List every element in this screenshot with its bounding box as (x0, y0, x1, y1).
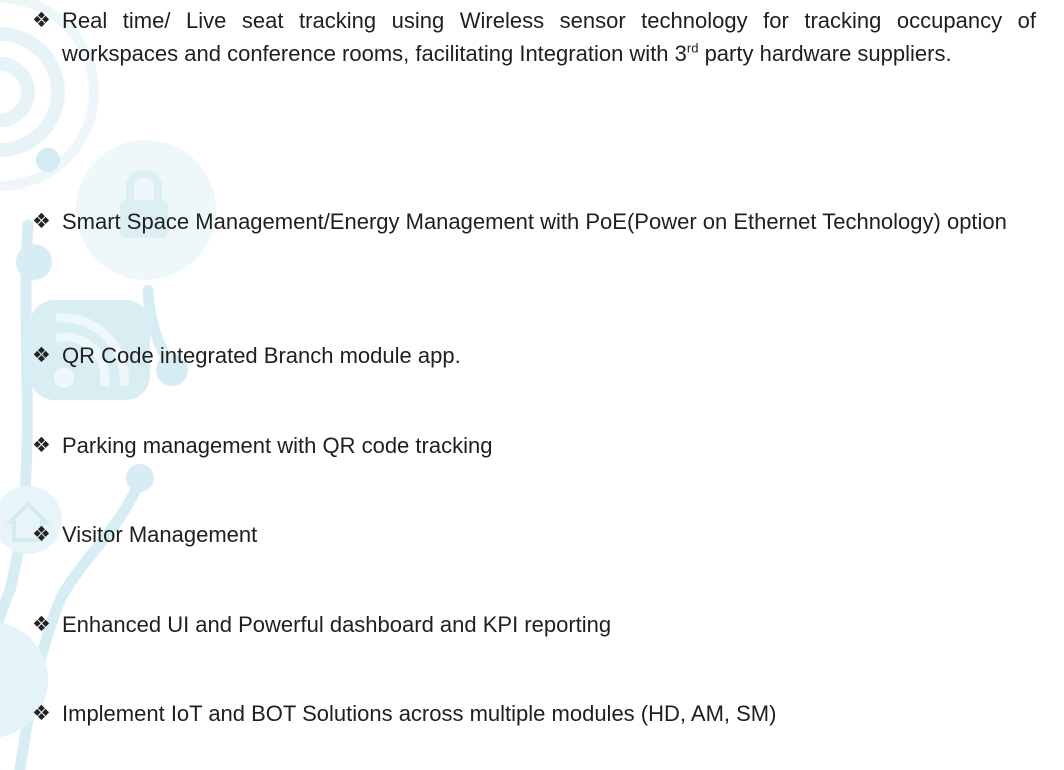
superscript: rd (686, 40, 699, 56)
bullet-item-dashboard: ❖ Enhanced UI and Powerful dashboard and… (32, 608, 1036, 641)
bullet-item-qr-code: ❖ QR Code integrated Branch module app. (32, 339, 1036, 372)
bullet-item-seat-tracking: ❖ Real time/ Live seat tracking using Wi… (32, 4, 1036, 70)
diamond-bullet-icon: ❖ (32, 209, 51, 233)
bullet-text: QR Code integrated Branch module app. (62, 343, 461, 368)
diamond-bullet-icon: ❖ (32, 701, 51, 725)
bullet-item-parking: ❖ Parking management with QR code tracki… (32, 429, 1036, 462)
bullet-text: Parking management with QR code tracking (62, 433, 493, 458)
diamond-bullet-icon: ❖ (32, 612, 51, 636)
bullet-text: Real time/ Live seat tracking using Wire… (62, 8, 1036, 66)
diamond-bullet-icon: ❖ (32, 8, 51, 32)
bullet-text: Smart Space Management/Energy Management… (62, 209, 1007, 234)
diamond-bullet-icon: ❖ (32, 343, 51, 367)
feature-list: ❖ Real time/ Live seat tracking using Wi… (0, 0, 1064, 770)
bullet-text: Visitor Management (62, 522, 258, 547)
diamond-bullet-icon: ❖ (32, 433, 51, 457)
bullet-text: Enhanced UI and Powerful dashboard and K… (62, 612, 612, 637)
bullet-item-smart-space: ❖ Smart Space Management/Energy Manageme… (32, 205, 1036, 238)
bullet-text: Implement IoT and BOT Solutions across m… (62, 701, 777, 726)
bullet-item-iot-bot: ❖ Implement IoT and BOT Solutions across… (32, 697, 1036, 730)
bullet-item-visitor: ❖ Visitor Management (32, 518, 1036, 551)
diamond-bullet-icon: ❖ (32, 522, 51, 546)
